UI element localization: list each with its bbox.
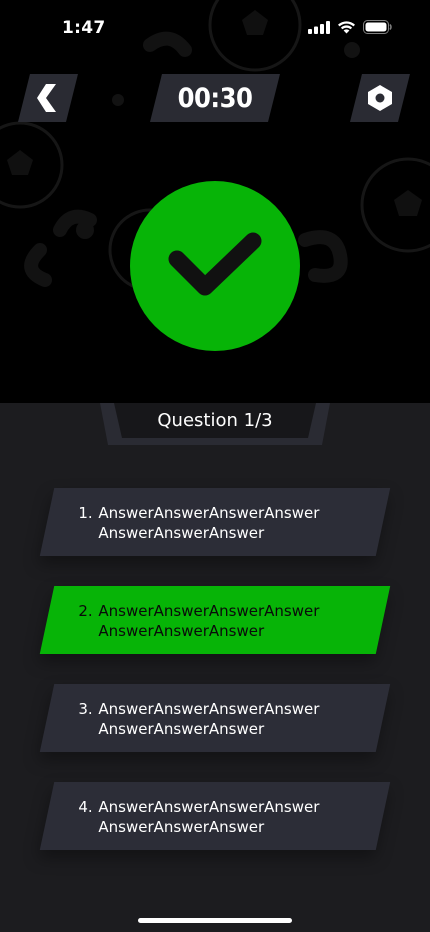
answer-text: AnswerAnswerAnswerAnswer AnswerAnswerAns…	[98, 602, 320, 640]
settings-button[interactable]	[350, 74, 410, 122]
answer-option-1[interactable]: 1. AnswerAnswerAnswerAnswer AnswerAnswer…	[39, 488, 391, 556]
answer-text: AnswerAnswerAnswerAnswer AnswerAnswerAns…	[98, 798, 320, 836]
answer-number: 2.	[78, 602, 93, 620]
status-icons	[308, 20, 392, 34]
answer-number: 1.	[78, 504, 93, 522]
game-header-area: 1:47 00:30	[0, 0, 430, 403]
answer-number: 3.	[78, 700, 93, 718]
question-counter: Question 1/3	[157, 410, 273, 431]
answer-number: 4.	[78, 798, 93, 816]
chevron-left-icon	[37, 84, 56, 112]
checkmark-icon	[168, 232, 262, 296]
answer-text: AnswerAnswerAnswerAnswer AnswerAnswerAns…	[98, 504, 320, 542]
status-time: 1:47	[62, 18, 106, 38]
answer-option-3[interactable]: 3. AnswerAnswerAnswerAnswer AnswerAnswer…	[39, 684, 391, 752]
battery-icon	[363, 20, 392, 34]
signal-icon	[308, 20, 330, 34]
correct-answer-indicator	[130, 181, 300, 351]
answer-option-2[interactable]: 2. AnswerAnswerAnswerAnswer AnswerAnswer…	[39, 586, 391, 654]
wifi-icon	[338, 21, 355, 34]
home-indicator	[138, 918, 292, 923]
timer-text: 00:30	[177, 82, 253, 114]
back-button[interactable]	[18, 74, 78, 122]
status-bar: 1:47	[0, 0, 430, 60]
answer-option-4[interactable]: 4. AnswerAnswerAnswerAnswer AnswerAnswer…	[39, 782, 391, 850]
hexagon-settings-icon	[368, 85, 392, 111]
timer-display: 00:30	[150, 74, 280, 122]
answer-text: AnswerAnswerAnswerAnswer AnswerAnswerAns…	[98, 700, 320, 738]
